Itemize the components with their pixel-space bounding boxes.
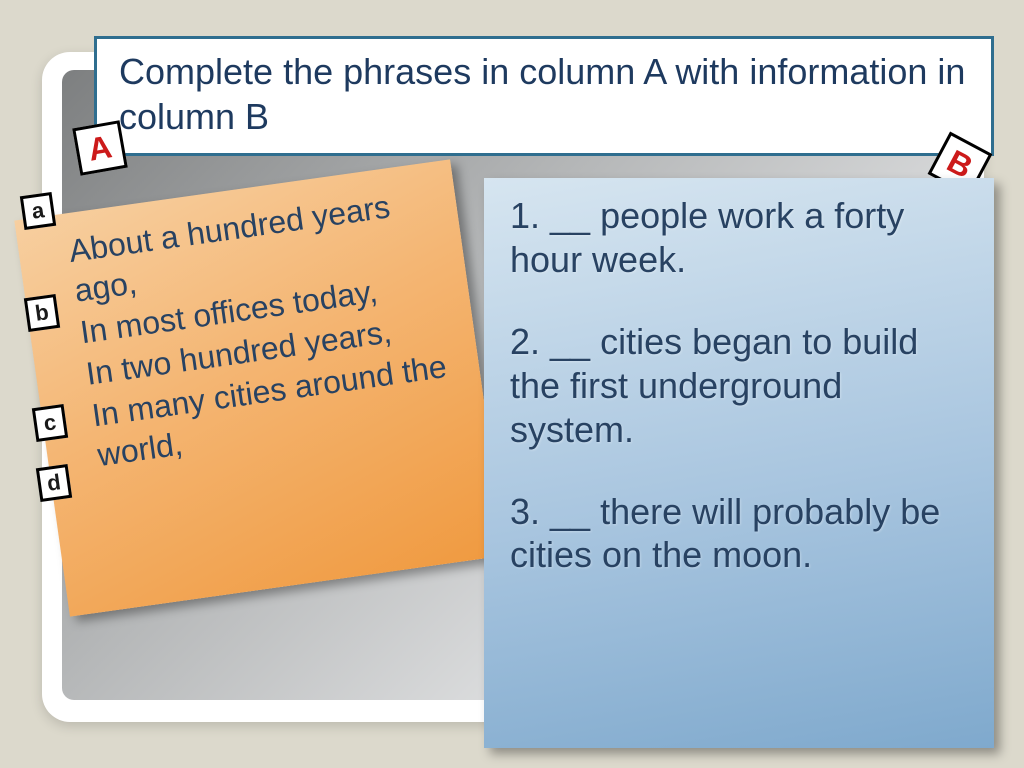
option-badge-d[interactable]: d (36, 464, 72, 502)
option-badge-c[interactable]: c (32, 404, 68, 442)
sentence-1: 1. __ people work a forty hour week. (510, 194, 968, 282)
option-badge-b[interactable]: b (24, 294, 60, 332)
instruction-box: Complete the phrases in column A with in… (94, 36, 994, 156)
column-a-badge: A (72, 120, 128, 176)
column-a-note: About a hundred years ago, In most offic… (14, 159, 505, 616)
option-badge-a[interactable]: a (20, 192, 56, 230)
instruction-text: Complete the phrases in column A with in… (119, 49, 969, 139)
sentence-2: 2. __ cities began to build the first un… (510, 320, 968, 452)
column-b-panel: 1. __ people work a forty hour week. 2. … (484, 178, 994, 748)
sentence-3: 3. __ there will probably be cities on t… (510, 490, 968, 578)
